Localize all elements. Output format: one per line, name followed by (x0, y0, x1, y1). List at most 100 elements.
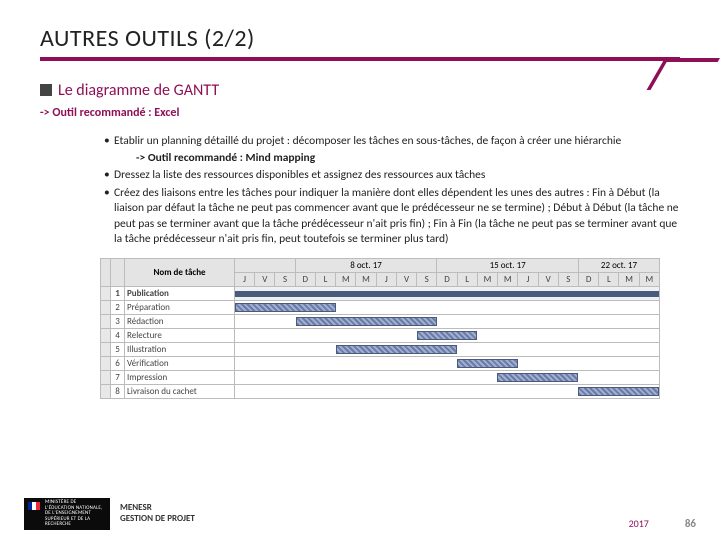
slide-footer: MINISTÈRE DE L'ÉDUCATION NATIONALE, DE L… (0, 498, 720, 530)
table-row: 5Illustration (101, 342, 660, 356)
gantt-table-wrap: Nom de tâche 8 oct. 17 15 oct. 17 22 oct… (100, 258, 660, 399)
slide-title: AUTRES OUTILS (2/2) (40, 24, 680, 53)
day-head: M (498, 272, 518, 286)
row-handle (101, 356, 111, 370)
table-row: 6Vérification (101, 356, 660, 370)
square-bullet-icon (40, 84, 52, 96)
task-name-head: Nom de tâche (125, 258, 235, 286)
row-handle (101, 384, 111, 398)
row-handle (101, 286, 111, 300)
day-head: L (315, 272, 335, 286)
row-number: 3 (111, 314, 125, 328)
row-handle-head (101, 258, 111, 286)
task-name-cell: Préparation (125, 300, 235, 314)
day-head: M (639, 272, 659, 286)
section-heading-text: Le diagramme de GANTT (58, 81, 219, 100)
week-2: 15 oct. 17 (437, 258, 579, 272)
gantt-table: Nom de tâche 8 oct. 17 15 oct. 17 22 oct… (100, 258, 660, 399)
gantt-bar (296, 317, 437, 326)
day-head: M (356, 272, 376, 286)
day-head: M (336, 272, 356, 286)
week-pre (235, 258, 296, 272)
row-handle (101, 342, 111, 356)
gantt-bar-cell (235, 286, 660, 300)
section-subtitle: -> Outil recommandé : Excel (40, 106, 680, 120)
table-row: 7Impression (101, 370, 660, 384)
task-name-cell: Illustration (125, 342, 235, 356)
table-row: 2Préparation (101, 300, 660, 314)
day-head: V (396, 272, 416, 286)
bullet-item: Etablir un planning détaillé du projet :… (104, 134, 680, 166)
table-row: 1Publication (101, 286, 660, 300)
task-name-cell: Relecture (125, 328, 235, 342)
row-handle (101, 370, 111, 384)
row-number: 7 (111, 370, 125, 384)
row-number: 8 (111, 384, 125, 398)
task-name-cell: Livraison du cachet (125, 384, 235, 398)
footer-org2: GESTION DE PROJET (120, 514, 195, 525)
france-flag-icon (28, 502, 40, 510)
day-head: L (457, 272, 477, 286)
day-head: D (295, 272, 315, 286)
day-head: V (538, 272, 558, 286)
row-number: 1 (111, 286, 125, 300)
ministry-logo: MINISTÈRE DE L'ÉDUCATION NATIONALE, DE L… (24, 498, 110, 530)
gantt-bar-cell (235, 342, 660, 356)
gantt-bar (235, 291, 659, 297)
day-head: M (619, 272, 639, 286)
task-name-cell: Vérification (125, 356, 235, 370)
table-row: 3Rédaction (101, 314, 660, 328)
bullet-text: Etablir un planning détaillé du projet :… (114, 134, 621, 148)
section-heading: Le diagramme de GANTT (40, 81, 680, 100)
day-head: S (558, 272, 578, 286)
day-head: D (578, 272, 598, 286)
gantt-bar (497, 373, 578, 382)
day-head: D (437, 272, 457, 286)
row-number: 5 (111, 342, 125, 356)
row-handle (101, 314, 111, 328)
bullet-subline: -> Outil recommandé : Mind mapping (136, 151, 680, 167)
table-row: 4Relecture (101, 328, 660, 342)
row-number: 2 (111, 300, 125, 314)
day-head: J (376, 272, 396, 286)
task-name-cell: Rédaction (125, 314, 235, 328)
day-head: M (477, 272, 497, 286)
task-name-cell: Impression (125, 370, 235, 384)
gantt-bar (235, 303, 336, 312)
row-num-head (111, 258, 125, 286)
page-number: 86 (685, 517, 696, 530)
gantt-bar (336, 345, 457, 354)
row-handle (101, 328, 111, 342)
gantt-bar-cell (235, 314, 660, 328)
footer-year: 2017 (629, 517, 649, 530)
task-name-cell: Publication (125, 286, 235, 300)
table-row: 8Livraison du cachet (101, 384, 660, 398)
bullet-list: Etablir un planning détaillé du projet :… (104, 134, 680, 248)
row-handle (101, 300, 111, 314)
day-head: L (599, 272, 619, 286)
bullet-text: Créez des liaisons entre les tâches pour… (114, 186, 679, 247)
bullet-text: Dressez la liste des ressources disponib… (114, 168, 485, 182)
gantt-bar-cell (235, 384, 660, 398)
bullet-item: Dressez la liste des ressources disponib… (104, 168, 680, 184)
slide-title-block: AUTRES OUTILS (2/2) (40, 24, 680, 61)
day-head: S (275, 272, 295, 286)
ministry-logo-text: MINISTÈRE DE L'ÉDUCATION NATIONALE, DE L… (45, 500, 107, 528)
footer-org-block: MENESR GESTION DE PROJET (120, 503, 195, 525)
gantt-bar-cell (235, 328, 660, 342)
gantt-bar (417, 331, 478, 340)
row-number: 6 (111, 356, 125, 370)
gantt-bar (578, 387, 659, 396)
gantt-bar (457, 359, 518, 368)
row-number: 4 (111, 328, 125, 342)
gantt-bar-cell (235, 300, 660, 314)
gantt-bar-cell (235, 370, 660, 384)
week-3: 22 oct. 17 (578, 258, 659, 272)
bullet-item: Créez des liaisons entre les tâches pour… (104, 186, 680, 248)
day-head: J (235, 272, 255, 286)
week-1: 8 oct. 17 (295, 258, 437, 272)
title-decoration (647, 58, 720, 90)
day-head: V (255, 272, 275, 286)
day-head: J (518, 272, 538, 286)
day-head: S (417, 272, 437, 286)
